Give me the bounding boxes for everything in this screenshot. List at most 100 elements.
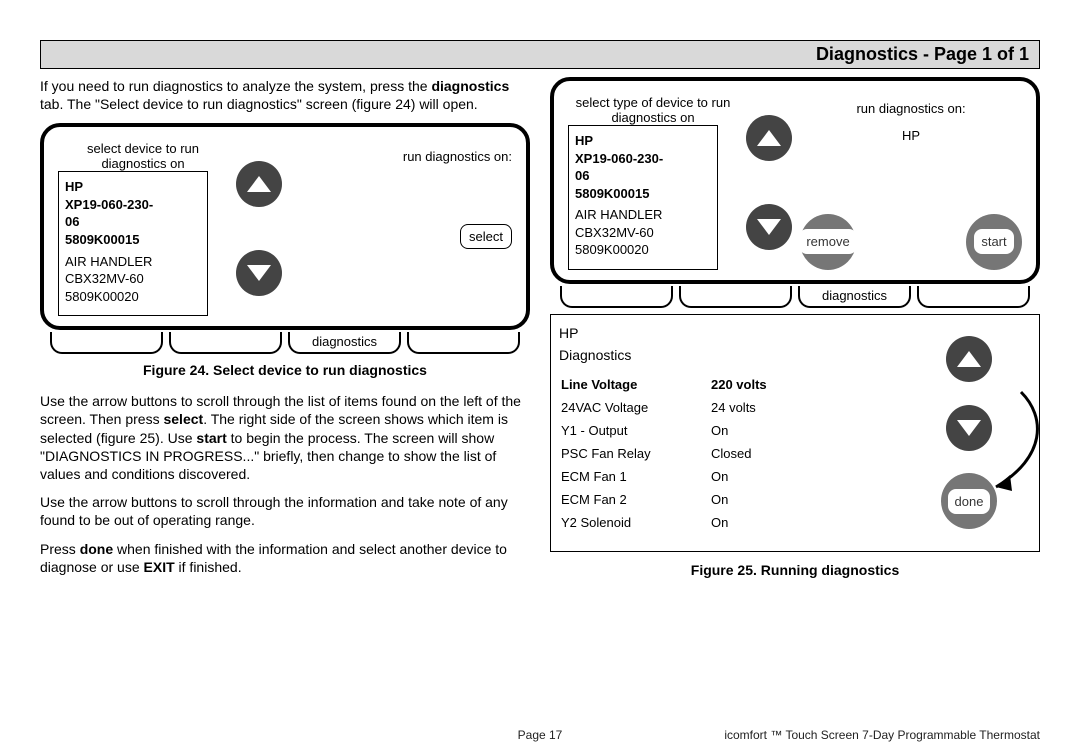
arrow-down-button[interactable] <box>236 250 282 296</box>
p4-d: EXIT <box>144 559 175 575</box>
p2-d: start <box>196 430 226 446</box>
fig24-device-list[interactable]: HP XP19-060-230- 06 5809K00015 AIR HANDL… <box>58 171 208 316</box>
diag-key: ECM Fan 2 <box>561 492 711 507</box>
tab-blank-3[interactable] <box>917 286 1030 308</box>
diag-value: On <box>711 492 791 507</box>
chevron-up-icon <box>957 351 981 367</box>
arrow-down-button[interactable] <box>746 204 792 250</box>
fig25-right-heading-a: run diagnostics on: <box>856 101 965 116</box>
fig24-oth-2: 5809K00020 <box>65 288 201 306</box>
remove-button[interactable]: remove <box>799 229 856 254</box>
diag-value: 220 volts <box>711 377 791 392</box>
start-button-highlight[interactable]: start <box>966 214 1022 270</box>
diag-title-b: Diagnostics <box>559 347 891 363</box>
figure-24-screen: select device to run diagnostics on HP X… <box>40 123 530 330</box>
chevron-down-icon <box>957 420 981 436</box>
fig24-sel-1: XP19-060-230- <box>65 196 201 214</box>
fig25-sel-1: XP19-060-230- <box>575 150 711 168</box>
diag-value: On <box>711 469 791 484</box>
figure-24-caption: Figure 24. Select device to run diagnost… <box>40 362 530 378</box>
fig24-sel-3: 5809K00015 <box>65 231 201 249</box>
remove-button-highlight[interactable]: remove <box>800 214 856 270</box>
left-column: If you need to run diagnostics to analyz… <box>40 77 530 592</box>
tab-blank-2[interactable] <box>169 332 282 354</box>
fig24-left-heading: select device to run diagnostics on <box>58 141 228 171</box>
diag-key: 24VAC Voltage <box>561 400 711 415</box>
tab-blank-3[interactable] <box>407 332 520 354</box>
table-row: 24VAC Voltage24 volts <box>561 396 889 419</box>
chevron-down-icon <box>247 265 271 281</box>
diag-key: Line Voltage <box>561 377 711 392</box>
figure-24-wrap: select device to run diagnostics on HP X… <box>40 123 530 352</box>
tab-blank-1[interactable] <box>560 286 673 308</box>
fig24-tabbar: diagnostics <box>50 332 520 354</box>
diag-key: Y1 - Output <box>561 423 711 438</box>
start-button[interactable]: start <box>974 229 1013 254</box>
diag-key: PSC Fan Relay <box>561 446 711 461</box>
arrow-up-button[interactable] <box>746 115 792 161</box>
diag-title-a: HP <box>559 325 891 341</box>
arrow-up-button[interactable] <box>236 161 282 207</box>
chevron-down-icon <box>757 219 781 235</box>
table-row: Y2 SolenoidOn <box>561 511 889 534</box>
chevron-up-icon <box>247 176 271 192</box>
fig24-sel-0: HP <box>65 178 201 196</box>
diag-value: On <box>711 515 791 530</box>
diag-key: Y2 Solenoid <box>561 515 711 530</box>
intro-part-c: tab. The "Select device to run diagnosti… <box>40 96 478 112</box>
tab-diagnostics[interactable]: diagnostics <box>288 332 401 354</box>
paragraph-2: Use the arrow buttons to scroll through … <box>40 392 530 483</box>
paragraph-3: Use the arrow buttons to scroll through … <box>40 493 530 529</box>
page-footer: Page 17 icomfort ™ Touch Screen 7-Day Pr… <box>40 728 1040 742</box>
p4-b: done <box>80 541 113 557</box>
table-row: Line Voltage220 volts <box>561 373 889 396</box>
figure-25-top-wrap: select type of device to run diagnostics… <box>550 77 1040 306</box>
fig24-right-heading: run diagnostics on: <box>403 149 512 164</box>
fig25-scroll-controls <box>746 95 792 270</box>
table-row: ECM Fan 2On <box>561 488 889 511</box>
right-column: select type of device to run diagnostics… <box>550 77 1040 592</box>
fig25-oth-1: CBX32MV-60 <box>575 224 711 242</box>
done-button[interactable]: done <box>948 489 991 514</box>
chevron-up-icon <box>757 130 781 146</box>
p2-b: select <box>163 411 203 427</box>
paragraph-4: Press done when finished with the inform… <box>40 540 530 576</box>
p4-a: Press <box>40 541 80 557</box>
arrow-down-button[interactable] <box>946 405 992 451</box>
fig24-oth-1: CBX32MV-60 <box>65 270 201 288</box>
done-button-highlight[interactable]: done <box>941 473 997 529</box>
tab-blank-1[interactable] <box>50 332 163 354</box>
select-button[interactable]: select <box>460 224 512 249</box>
intro-bold: diagnostics <box>431 78 509 94</box>
footer-page: Page 17 <box>40 728 1040 742</box>
diag-value: 24 volts <box>711 400 791 415</box>
figure-25-caption: Figure 25. Running diagnostics <box>550 562 1040 578</box>
p4-e: if finished. <box>175 559 242 575</box>
intro-paragraph: If you need to run diagnostics to analyz… <box>40 77 530 113</box>
diag-value: On <box>711 423 791 438</box>
page-header: Diagnostics - Page 1 of 1 <box>40 40 1040 69</box>
table-row: Y1 - OutputOn <box>561 419 889 442</box>
intro-part-a: If you need to run diagnostics to analyz… <box>40 78 431 94</box>
diagnostics-table: Line Voltage220 volts24VAC Voltage24 vol… <box>559 367 891 534</box>
fig25-oth-0: AIR HANDLER <box>575 206 711 224</box>
fig25-left-heading: select type of device to run diagnostics… <box>568 95 738 125</box>
arrow-up-button[interactable] <box>946 336 992 382</box>
fig25-right-heading-b: HP <box>902 128 920 143</box>
fig25-sel-2: 06 <box>575 167 711 185</box>
fig25-sel-0: HP <box>575 132 711 150</box>
figure-25-top-screen: select type of device to run diagnostics… <box>550 77 1040 284</box>
figure-25-bottom-screen: HP Diagnostics Line Voltage220 volts24VA… <box>550 314 1040 552</box>
table-row: PSC Fan RelayClosed <box>561 442 889 465</box>
fig24-sel-2: 06 <box>65 213 201 231</box>
fig25-sel-3: 5809K00015 <box>575 185 711 203</box>
diag-key: ECM Fan 1 <box>561 469 711 484</box>
tab-diagnostics[interactable]: diagnostics <box>798 286 911 308</box>
fig25-oth-2: 5809K00020 <box>575 241 711 259</box>
fig24-oth-0: AIR HANDLER <box>65 253 201 271</box>
diag-value: Closed <box>711 446 791 461</box>
fig25-device-list[interactable]: HP XP19-060-230- 06 5809K00015 AIR HANDL… <box>568 125 718 270</box>
tab-blank-2[interactable] <box>679 286 792 308</box>
table-row: ECM Fan 1On <box>561 465 889 488</box>
fig25-tabbar: diagnostics <box>560 286 1030 308</box>
